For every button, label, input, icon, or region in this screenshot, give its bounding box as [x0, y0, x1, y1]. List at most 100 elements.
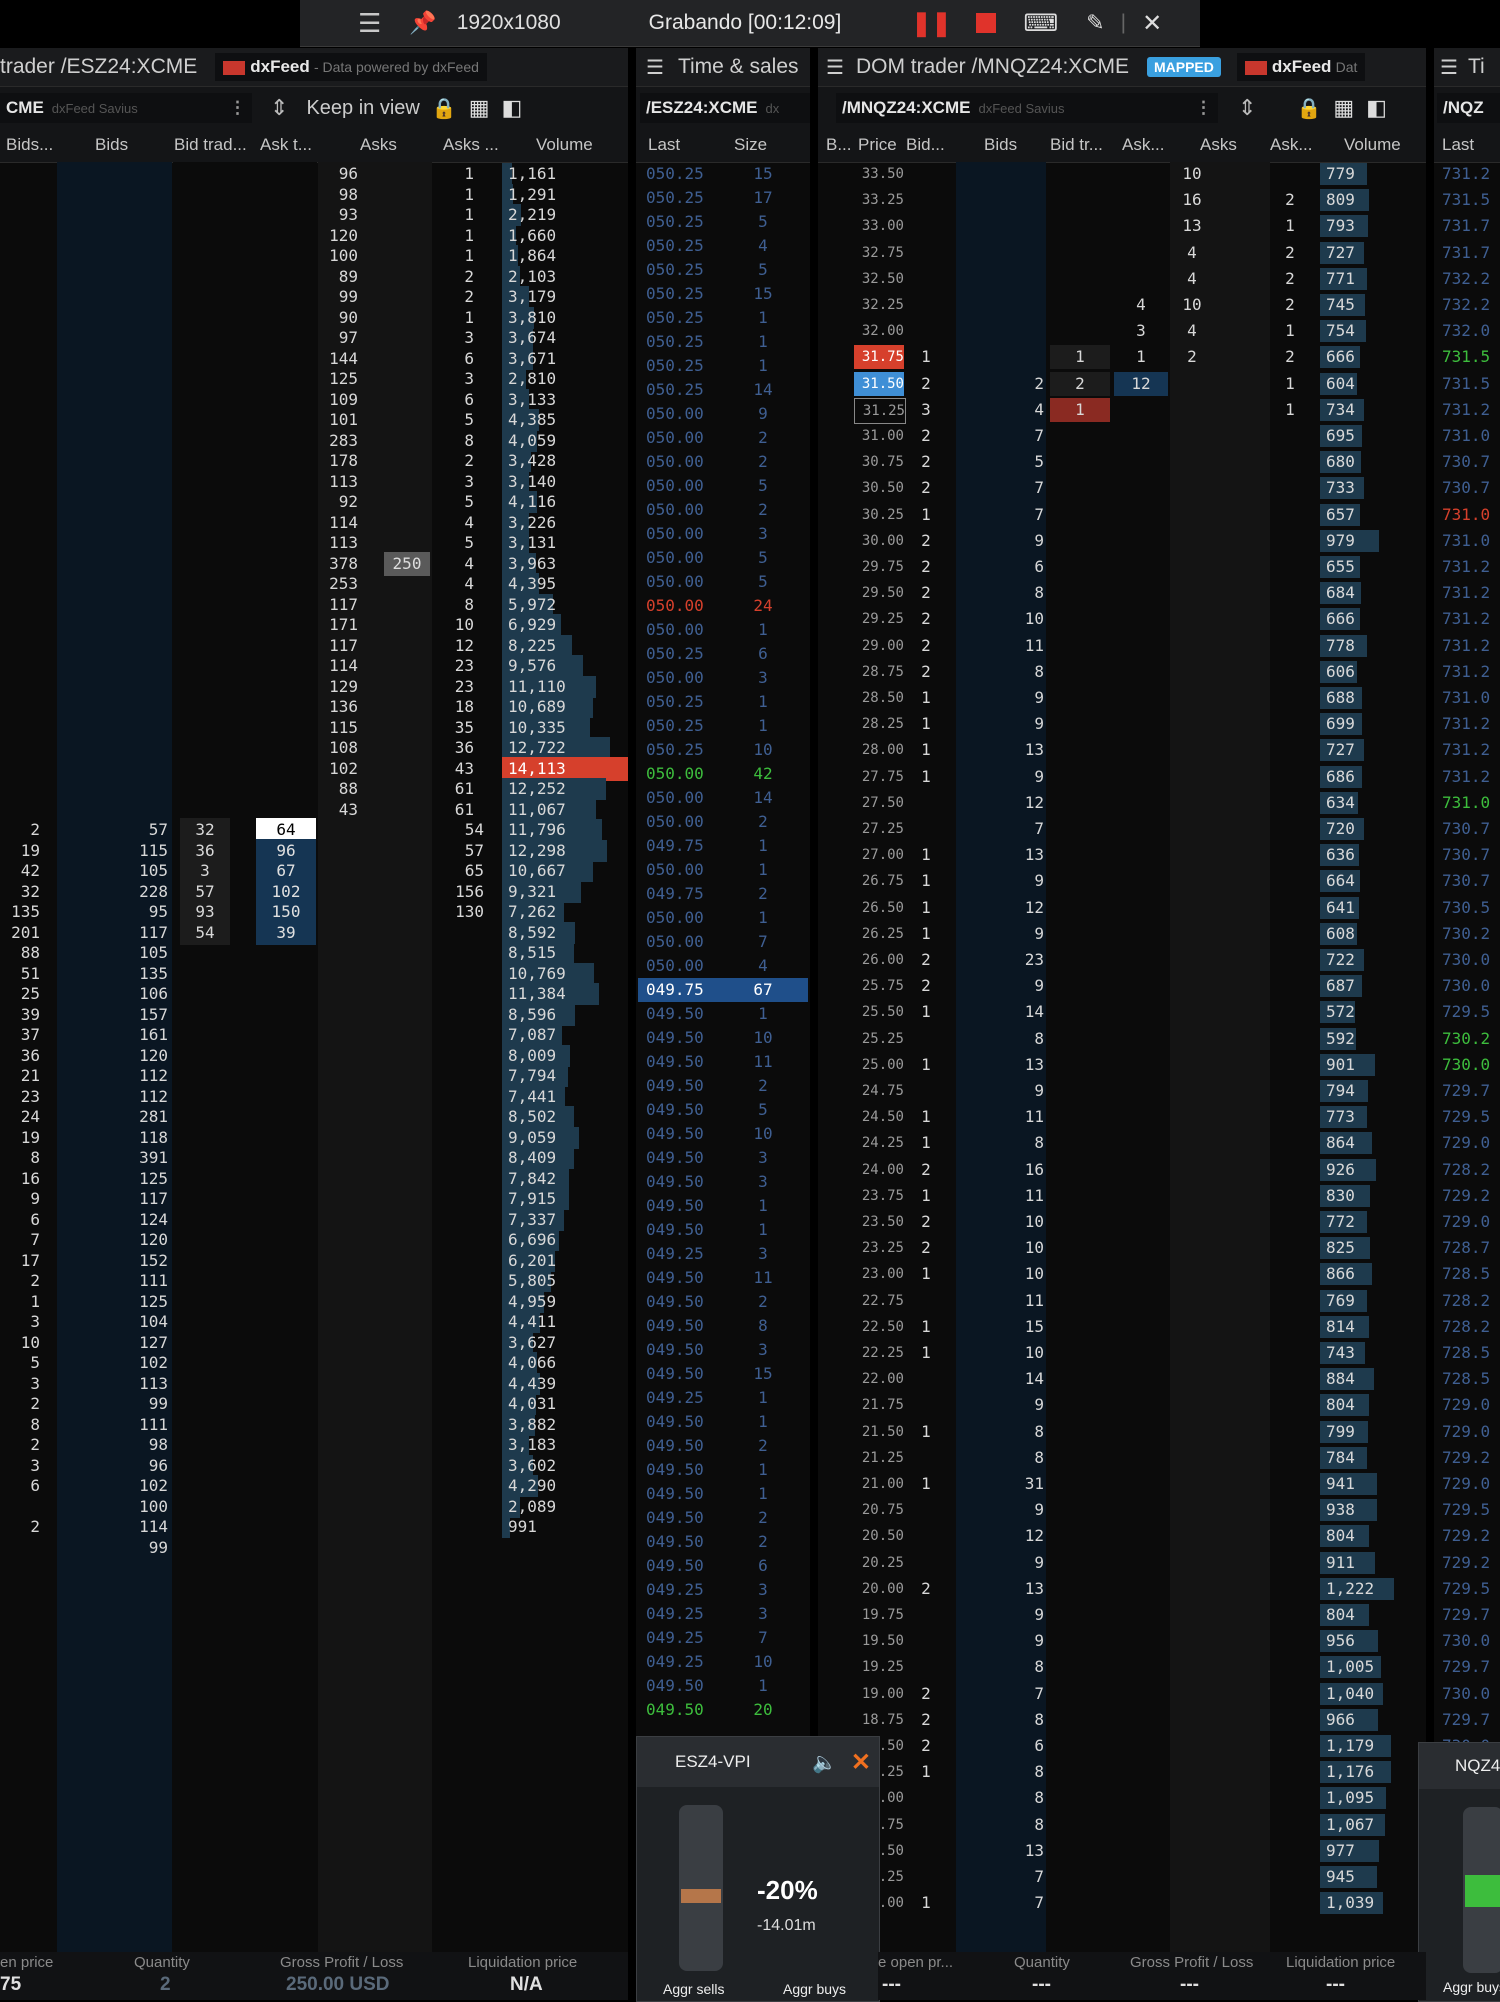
nq-vpi-header: NQZ4 — [1419, 1743, 1500, 1789]
close-icon[interactable]: ✕ — [1142, 9, 1162, 38]
bid-size: 8 — [1034, 661, 1044, 681]
close-icon[interactable]: ✕ — [851, 1748, 871, 1777]
bid-trade: 2 — [1050, 371, 1110, 396]
nq-ts-symbol-selector[interactable]: /NQZ — [1437, 93, 1500, 123]
es-symbol-selector[interactable]: CME dxFeed Savius ⋮ — [0, 93, 252, 123]
es-ts-grid[interactable]: 050.25 15 050.25 17 050.25 5 050.25 4 050.25 5 050… — [636, 162, 810, 1952]
nq-col-price[interactable]: Price — [858, 135, 897, 155]
trade-size: 1 — [758, 836, 768, 855]
grid-icon[interactable]: ▦ — [1333, 95, 1354, 121]
bid-count: 1 — [921, 1185, 931, 1205]
bid-count: 1 — [921, 1421, 931, 1441]
trade-price: 729.0 — [1442, 1133, 1491, 1153]
panel-icon[interactable]: ◧ — [1366, 95, 1387, 121]
nq-ts-col-last[interactable]: Last — [1442, 135, 1474, 155]
ask-size: 10 — [1182, 164, 1202, 183]
nq-symbol-selector[interactable]: /MNQZ24:XCME dxFeed Savius ⋮ — [836, 93, 1218, 123]
stop-icon[interactable] — [975, 13, 996, 33]
nq-dom-grid[interactable]: 33.50 10 779 33.25 16 2 809 33.00 13 1 793 32.75 4 2 7… — [818, 162, 1426, 1952]
es-col-bids[interactable]: Bids — [95, 135, 145, 155]
bid-count: 1 — [921, 1762, 931, 1782]
center-icon[interactable]: ⇕ — [270, 95, 288, 121]
trade-price: 729.2 — [1442, 1526, 1491, 1546]
trade-price: 729.2 — [1442, 1185, 1491, 1205]
es-col-asks-size[interactable]: Asks ... — [443, 135, 498, 155]
volume: 866 — [1326, 1264, 1355, 1284]
trade-size: 1 — [758, 692, 768, 711]
nq-col-asks[interactable]: Asks — [1200, 135, 1237, 155]
center-icon[interactable]: ⇕ — [1238, 95, 1256, 121]
menu-icon[interactable]: ☰ — [646, 55, 664, 80]
grid-icon[interactable]: ▦ — [469, 95, 490, 121]
price: 32.25 — [861, 297, 904, 313]
nq-col-bid-trades[interactable]: Bid tr... — [1050, 135, 1103, 155]
es-col-volume[interactable]: Volume — [536, 135, 606, 155]
es-col-ask-trades[interactable]: Ask t... — [260, 135, 315, 155]
es-ts-symbol-selector[interactable]: /ESZ24:XCME dx — [640, 93, 810, 123]
es-ts-header: ☰ Time & sales — [636, 48, 810, 87]
trade-price: 049.25 — [646, 1652, 704, 1671]
nq-col-bid-size[interactable]: Bid... — [906, 135, 945, 155]
es-ts-col-last[interactable]: Last — [648, 135, 680, 155]
bid-size: 16 — [1024, 1159, 1044, 1179]
es-col-bids-size[interactable]: Bids... — [6, 135, 56, 155]
pen-icon[interactable]: ✎ — [1086, 10, 1104, 36]
es-dom-grid[interactable]: 96 1 1,161 98 1 1,291 93 1 2,219 120 1 1,660 100 1 1,8… — [0, 162, 628, 1952]
ask-count: 1 — [1285, 216, 1295, 236]
ask-count: 2 — [1285, 347, 1295, 367]
nq-open-price-label: e open pr... — [878, 1954, 954, 1971]
lock-icon[interactable]: 🔒 — [1296, 96, 1321, 121]
nq-ts-grid[interactable]: 731.2 731.5 731.7 731.7 732.2 732.2 732.0 731.5… — [1434, 162, 1500, 1952]
ask-size: 16 — [1182, 190, 1202, 210]
nq-col-b[interactable]: B... — [826, 135, 852, 155]
more-icon[interactable]: ⋮ — [229, 98, 246, 118]
nq-col-ask-size[interactable]: Ask... — [1270, 135, 1313, 155]
pause-icon[interactable]: ❚❚ — [911, 9, 951, 38]
volume: 720 — [1326, 819, 1355, 838]
nq-vpi-widget[interactable]: NQZ4 Aggr buys — [1418, 1742, 1500, 2002]
keep-in-view-label[interactable]: Keep in view — [306, 97, 419, 120]
trade-price: 050.00 — [646, 476, 704, 495]
trade-price: 729.0 — [1442, 1395, 1491, 1415]
camera-icon[interactable]: ⌨ — [1024, 9, 1059, 38]
es-col-asks[interactable]: Asks — [360, 135, 410, 155]
menu-icon[interactable]: ☰ — [826, 55, 844, 80]
menu-icon[interactable]: ☰ — [358, 8, 381, 39]
speaker-icon[interactable]: 🔈 — [812, 1750, 837, 1775]
bid-size: 99 — [148, 1537, 168, 1557]
menu-icon[interactable]: ☰ — [1440, 55, 1458, 80]
trade-price: 050.00 — [646, 668, 704, 687]
trade-size: 1 — [758, 908, 768, 927]
price: 25.00 — [861, 1056, 904, 1073]
bid-count: 1 — [921, 766, 931, 786]
trade-price: 730.0 — [1442, 950, 1491, 969]
es-col-bid-trades[interactable]: Bid trad... — [174, 135, 254, 155]
panel-icon[interactable]: ◧ — [502, 95, 523, 121]
es-gross-pl-value: 250.00 USD — [286, 1974, 390, 1995]
bid-count: 2 — [921, 1683, 931, 1703]
trade-price: 050.25 — [646, 260, 704, 279]
es-vpi-amount: -14.01m — [757, 1917, 816, 1934]
volume: 966 — [1326, 1709, 1355, 1729]
bid-size: 31 — [1024, 1474, 1044, 1493]
trade-size: 10 — [753, 1028, 773, 1047]
es-ts-col-size[interactable]: Size — [734, 135, 767, 155]
lock-icon[interactable]: 🔒 — [432, 96, 457, 121]
trade-price: 729.2 — [1442, 1447, 1491, 1467]
nq-col-ask-trades[interactable]: Ask... — [1122, 135, 1165, 155]
nq-col-bids[interactable]: Bids — [984, 135, 1017, 155]
ask-size: 4 — [1187, 321, 1197, 341]
es-vpi-widget[interactable]: ESZ4-VPI 🔈 ✕ -20% -14.01m Aggr sells Agg… — [636, 1736, 880, 2002]
ask-trade: 1 — [1136, 347, 1146, 367]
bid-size: 10 — [1024, 609, 1044, 629]
trade-price: 050.00 — [646, 620, 704, 639]
price: 25.75 — [861, 978, 904, 995]
volume: 794 — [1326, 1081, 1355, 1100]
trade-size: 3 — [758, 668, 768, 687]
nq-dom-trader-panel: ☰ DOM trader /MNQZ24:XCME MAPPED dxFeed … — [818, 48, 1426, 1952]
volume: 773 — [1326, 1107, 1355, 1127]
pin-icon[interactable]: 📌 — [409, 10, 436, 36]
nq-col-volume[interactable]: Volume — [1344, 135, 1401, 155]
trade-price: 731.0 — [1442, 530, 1491, 550]
more-icon[interactable]: ⋮ — [1195, 98, 1212, 118]
